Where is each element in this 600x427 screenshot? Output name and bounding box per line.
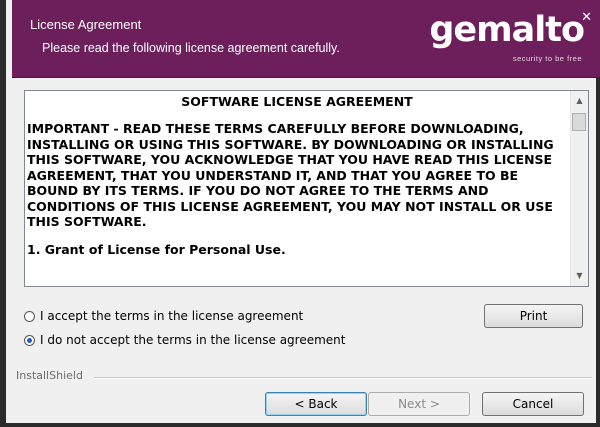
license-text-box[interactable]: SOFTWARE LICENSE AGREEMENT IMPORTANT - R… — [24, 90, 589, 287]
logo-star-icon: ✕ — [581, 10, 592, 25]
license-paragraph: IMPORTANT - READ THESE TERMS CAREFULLY B… — [27, 121, 554, 229]
scroll-thumb[interactable] — [572, 113, 586, 131]
decline-radio[interactable] — [24, 334, 35, 346]
vertical-scrollbar[interactable]: ▲ ▼ — [570, 91, 588, 286]
accept-label[interactable]: I accept the terms in the license agreem… — [40, 309, 303, 323]
license-partial-line — [27, 272, 567, 287]
back-button[interactable]: < Back — [265, 392, 367, 416]
page-subtitle: Please read the following license agreem… — [42, 41, 340, 55]
footer-divider — [94, 377, 592, 379]
gemalto-logo: gemalto ✕ security to be free — [429, 10, 592, 66]
license-section-heading: 1. Grant of License for Personal Use. — [27, 241, 286, 257]
header-banner: License Agreement Please read the follow… — [12, 0, 600, 78]
scroll-down-icon[interactable]: ▼ — [571, 269, 588, 283]
installer-window: License Agreement Please read the follow… — [0, 0, 600, 427]
scroll-up-icon[interactable]: ▲ — [571, 94, 588, 108]
accept-radio[interactable] — [24, 310, 35, 322]
next-button[interactable]: Next > — [368, 392, 470, 416]
logo-text: gemalto — [429, 10, 585, 50]
logo-tagline: security to be free — [512, 54, 582, 63]
print-button[interactable]: Print — [484, 304, 583, 328]
accept-option[interactable]: I accept the terms in the license agreem… — [24, 309, 303, 323]
license-title: SOFTWARE LICENSE AGREEMENT — [181, 94, 413, 109]
license-content: SOFTWARE LICENSE AGREEMENT IMPORTANT - R… — [27, 94, 567, 287]
page-title: License Agreement — [30, 17, 142, 32]
installshield-label: InstallShield — [16, 369, 83, 382]
cancel-button[interactable]: Cancel — [482, 392, 584, 416]
decline-option[interactable]: I do not accept the terms in the license… — [24, 333, 346, 347]
decline-label[interactable]: I do not accept the terms in the license… — [40, 333, 346, 347]
